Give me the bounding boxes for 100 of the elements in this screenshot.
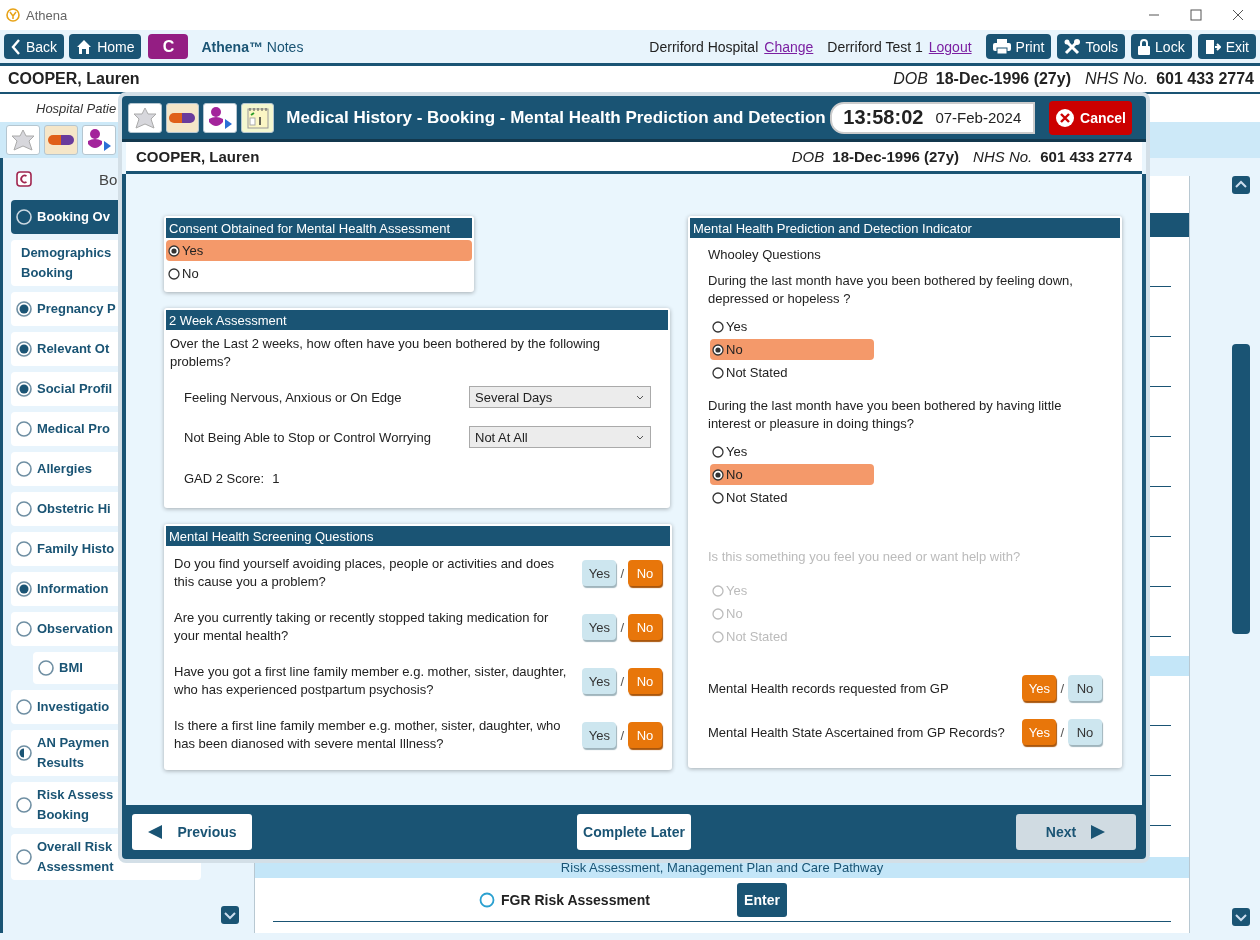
card-title: Mental Health Prediction and Detection Indicator: [693, 220, 972, 236]
radio-icon: [168, 244, 180, 257]
nhs-number: 601 433 2774: [1040, 148, 1132, 165]
chevron-down-icon: [636, 434, 644, 440]
star-icon: [132, 106, 157, 129]
printer-icon: [992, 39, 1011, 54]
capsule-tile[interactable]: [44, 125, 78, 155]
triangle-left-icon: [147, 824, 164, 840]
nhs-label: NHS No.: [1085, 70, 1149, 88]
c-badge-icon: [16, 171, 32, 187]
radio-option[interactable]: Yes: [166, 240, 472, 261]
star-tile[interactable]: [6, 125, 40, 155]
app-logo-icon: [6, 8, 20, 22]
scroll-down-icon[interactable]: [1232, 908, 1250, 926]
answer-toggle[interactable]: Yes: [582, 668, 617, 694]
radio-icon: [712, 320, 724, 333]
print-button[interactable]: Print: [985, 34, 1052, 59]
nhs-label: NHS No.: [973, 148, 1033, 165]
c-button[interactable]: C: [148, 34, 189, 59]
star-tile[interactable]: [128, 102, 162, 133]
app-name: Athena™ Notes: [201, 38, 304, 55]
slash-separator: /: [1060, 680, 1064, 696]
answer-toggle[interactable]: No: [1068, 719, 1102, 745]
scroll-up-icon[interactable]: [1232, 176, 1250, 194]
hospital-name: Derriford Hospital: [649, 38, 759, 55]
date-text: 07-Feb-2024: [935, 109, 1022, 126]
question-text: During the last month have you been bothered by having little interest or pleasure in doing things?: [708, 397, 1063, 433]
time-text: 13:58:02: [843, 106, 924, 129]
capsule-icon: [48, 135, 74, 145]
tools-icon: [1064, 38, 1081, 55]
banner-text: Hospital Patie: [36, 100, 117, 116]
notepad-tile[interactable]: [240, 102, 275, 133]
answer-toggle[interactable]: Yes: [582, 614, 617, 640]
radio-option: Yes: [710, 580, 874, 601]
radio-option[interactable]: Not Stated: [710, 362, 874, 383]
radio-option: Not Stated: [710, 626, 874, 647]
radio-option[interactable]: Yes: [710, 316, 874, 337]
person-tile[interactable]: [203, 102, 237, 133]
nhs-number: 601 433 2774: [1156, 70, 1254, 88]
home-button[interactable]: Home: [69, 34, 142, 59]
star-icon: [11, 129, 35, 151]
radio-option[interactable]: No: [710, 339, 874, 360]
close-icon: [1055, 107, 1075, 128]
capsule-icon: [169, 112, 196, 123]
tools-button[interactable]: Tools: [1057, 34, 1126, 59]
previous-button[interactable]: Previous: [132, 814, 252, 850]
dob-value: 18-Dec-1996 (27y): [935, 70, 1071, 88]
lock-button[interactable]: Lock: [1131, 34, 1192, 59]
close-icon[interactable]: [1232, 9, 1244, 21]
slash-separator: /: [620, 673, 624, 689]
slash-separator: /: [620, 565, 624, 581]
radio-icon: [712, 445, 724, 458]
person-tile[interactable]: [82, 125, 116, 155]
chevron-left-icon: [11, 38, 21, 55]
question-text: During the last month have you been bothered by feeling down, depressed or hopeless ?: [708, 272, 1074, 308]
radio-icon: [712, 343, 724, 356]
triangle-right-icon: [1090, 824, 1107, 840]
chevron-down-icon: [636, 394, 644, 400]
section-subtitle: Whooley Questions: [708, 246, 822, 264]
notepad-icon: [246, 106, 269, 129]
radio-icon: [712, 630, 724, 643]
cancel-button[interactable]: Cancel: [1048, 100, 1132, 135]
slash-separator: /: [620, 619, 624, 635]
capsule-tile[interactable]: [165, 102, 200, 133]
radio-option[interactable]: No: [710, 464, 874, 485]
maximize-icon[interactable]: [1190, 9, 1202, 21]
slash-separator: /: [620, 727, 624, 743]
radio-icon: [712, 366, 724, 379]
radio-option: No: [710, 603, 874, 624]
radio-icon: [712, 607, 724, 620]
slash-separator: /: [1060, 724, 1064, 740]
status-radio-icon: [479, 891, 495, 908]
exit-button[interactable]: Exit: [1197, 34, 1256, 59]
home-icon: [76, 39, 93, 54]
scroll-down-icon[interactable]: [221, 906, 239, 924]
complete-later-button[interactable]: Complete Later: [577, 814, 691, 850]
change-link[interactable]: Change: [764, 38, 814, 55]
assessment-label: FGR Risk Assessment: [501, 891, 651, 908]
dob-value: 18-Dec-1996 (27y): [832, 148, 960, 165]
person-arrow-icon: [206, 105, 233, 130]
question-text: Is this something you feel you need or want help with?: [708, 548, 1022, 566]
radio-icon: [712, 468, 724, 481]
dob-label: DOB: [893, 70, 928, 88]
section-title: Risk Assessment, Management Plan and Care Pathway: [560, 860, 884, 875]
radio-icon: [712, 491, 724, 504]
dropdown[interactable]: Not At All: [469, 426, 651, 448]
enter-button[interactable]: Enter: [737, 882, 787, 917]
radio-icon: [712, 584, 724, 597]
patient-name: COOPER, Lauren: [8, 70, 140, 88]
scrollbar-thumb[interactable]: [1232, 344, 1250, 634]
radio-option[interactable]: Yes: [710, 441, 874, 462]
answer-toggle[interactable]: Yes: [582, 722, 617, 748]
logout-link[interactable]: Logout: [928, 38, 972, 55]
answer-toggle[interactable]: No: [1068, 675, 1102, 701]
answer-toggle[interactable]: Yes: [582, 560, 617, 586]
dropdown[interactable]: Several Days: [469, 386, 651, 408]
dob-label: DOB: [791, 148, 825, 165]
back-button[interactable]: Back: [4, 34, 65, 59]
window-title: Athena: [26, 7, 68, 23]
radio-option[interactable]: Not Stated: [710, 487, 874, 508]
